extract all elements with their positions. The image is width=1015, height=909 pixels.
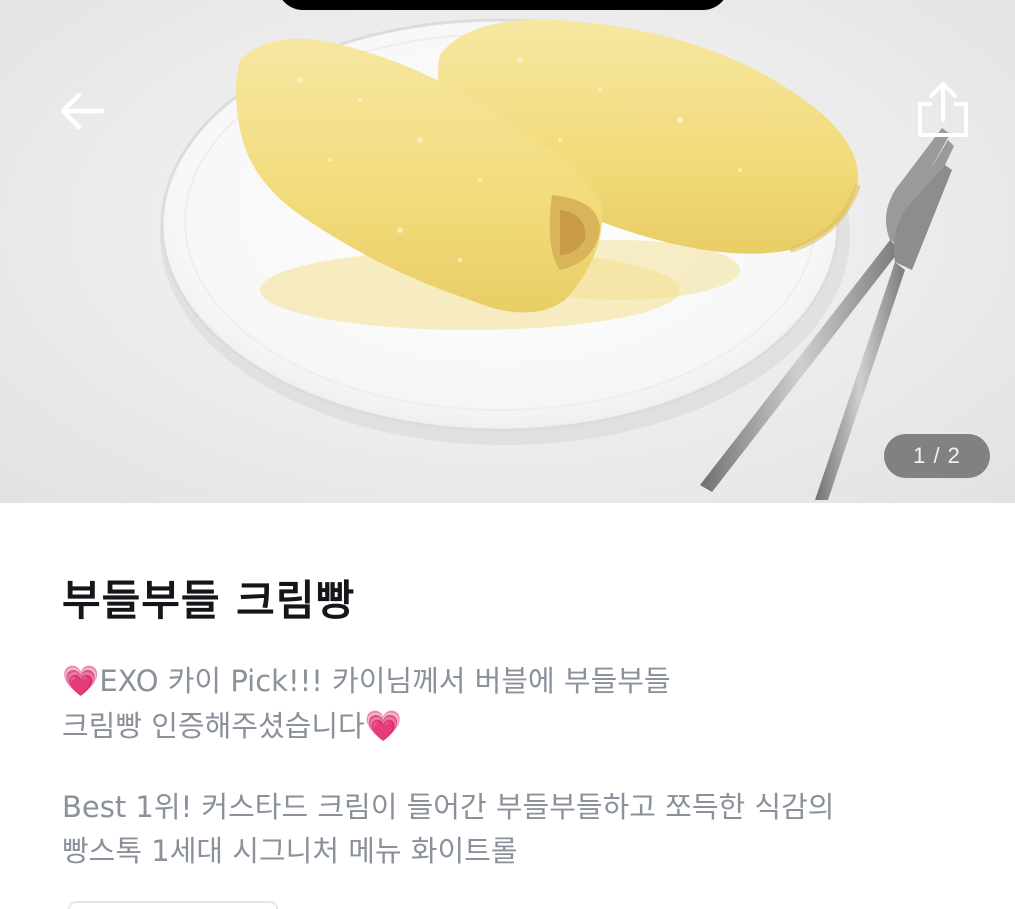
device-notch xyxy=(277,0,729,10)
description-line-1: Best 1위! 커스타드 크림이 들어간 부들부들하고 쪼득한 식감의 xyxy=(62,790,835,824)
promo-line-2: 크림빵 인증해주셨습니다💗 xyxy=(62,704,962,749)
description-line-2: 빵스톡 1세대 시그니처 메뉴 화이트롤 xyxy=(62,834,518,868)
heart-icon: 💗 xyxy=(62,664,100,699)
share-button[interactable] xyxy=(908,76,978,142)
promo-line-1: 💗EXO 카이 Pick!!! 카이님께서 버블에 부들부들 xyxy=(62,659,962,704)
product-photo xyxy=(160,18,954,500)
share-icon xyxy=(918,82,968,137)
tag-chip[interactable] xyxy=(68,901,278,909)
arrow-left-icon xyxy=(60,92,104,130)
promo-text-2: 크림빵 인증해주셨습니다 xyxy=(62,709,365,743)
image-counter-badge: 1 / 2 xyxy=(884,434,990,478)
product-info: 부들부들 크림빵 💗EXO 카이 Pick!!! 카이님께서 버블에 부들부들 … xyxy=(0,503,1015,909)
heart-icon: 💗 xyxy=(364,709,403,744)
back-button[interactable] xyxy=(52,82,110,140)
product-description: 💗EXO 카이 Pick!!! 카이님께서 버블에 부들부들 크림빵 인증해주셨… xyxy=(62,659,962,873)
product-title: 부들부들 크림빵 xyxy=(62,576,356,625)
product-detail-screen: 1 / 2 부들부들 크림빵 💗EXO 카이 Pick!!! 카이님께서 버블에… xyxy=(0,0,1015,909)
product-image-gallery[interactable]: 1 / 2 xyxy=(0,0,1015,503)
promo-text-1: EXO 카이 Pick!!! 카이님께서 버블에 부들부들 xyxy=(99,664,671,698)
